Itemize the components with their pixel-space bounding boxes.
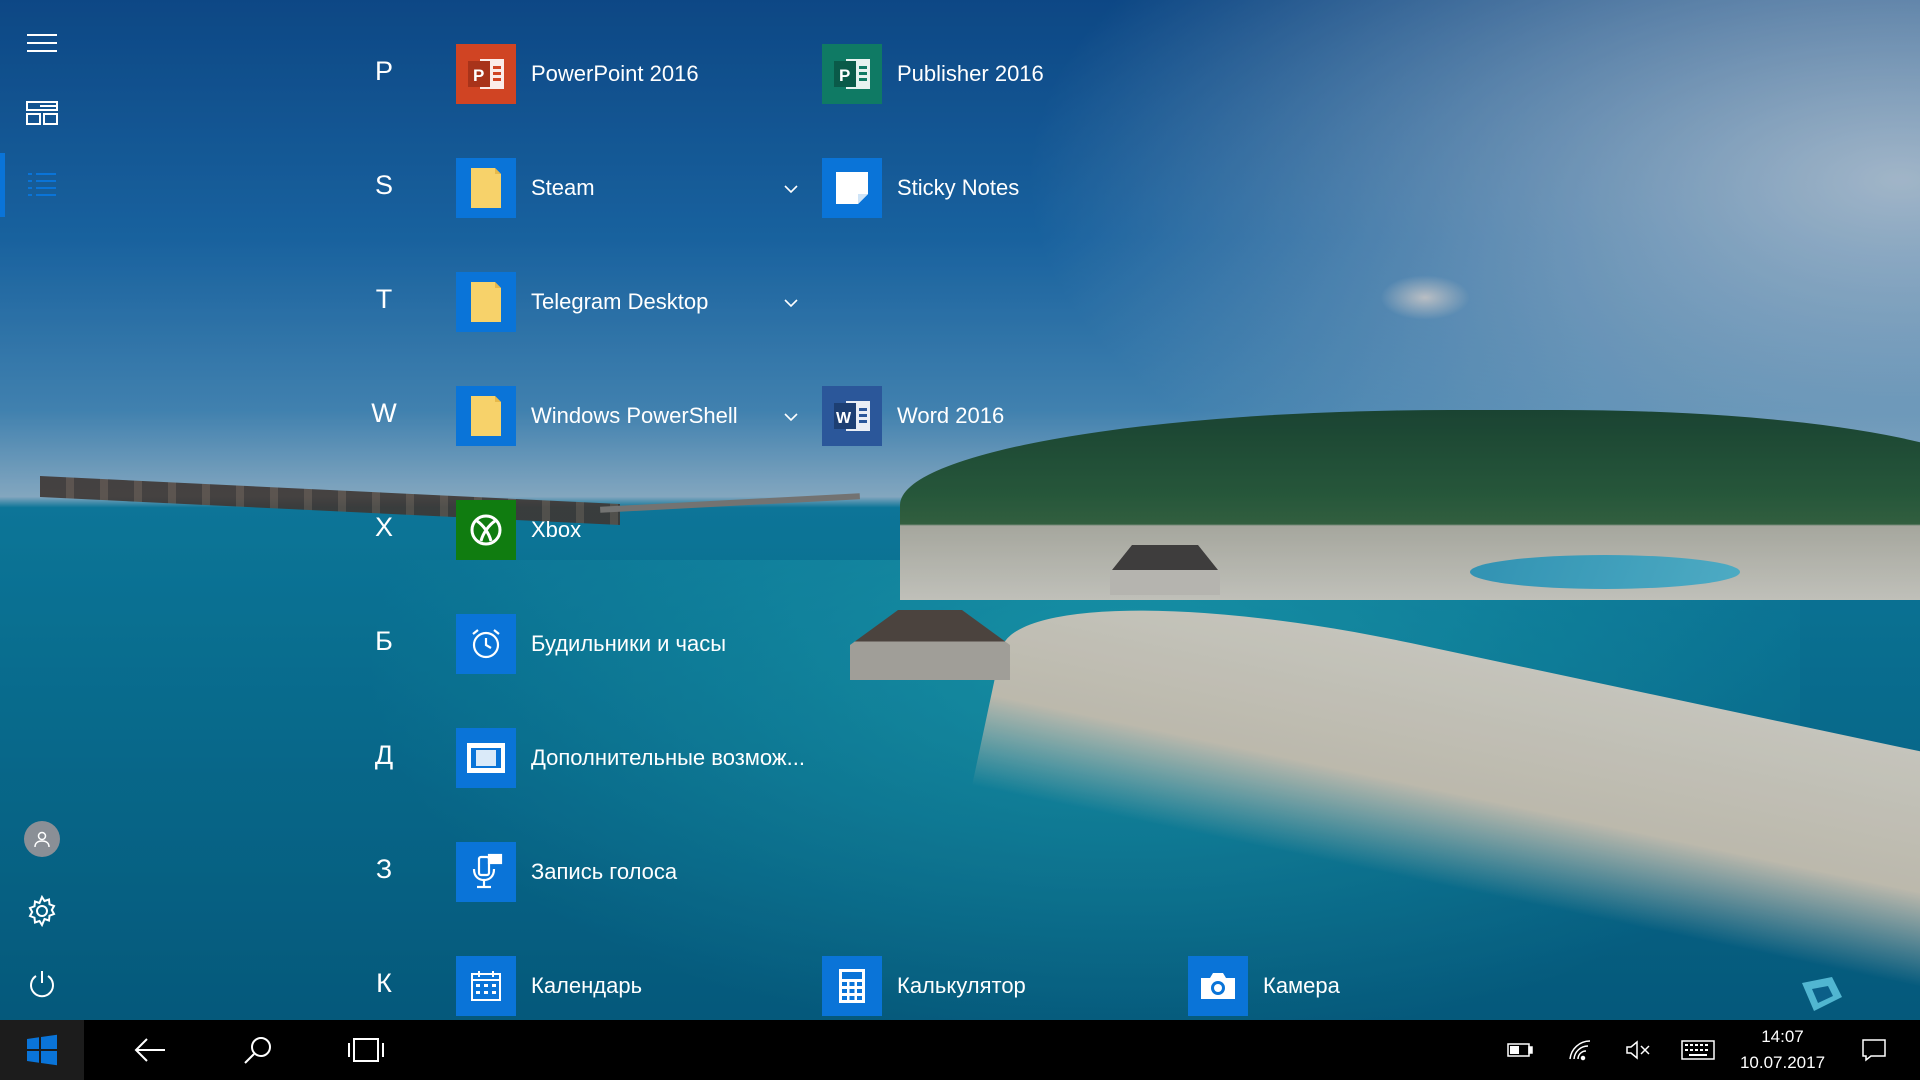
app-label: Publisher 2016: [897, 61, 1044, 86]
battery-button[interactable]: [1500, 1020, 1540, 1080]
app-label: Word 2016: [897, 403, 1005, 428]
section-letter-de[interactable]: Д: [359, 740, 409, 771]
section-letter-w[interactable]: W: [359, 398, 409, 429]
all-apps-button[interactable]: [0, 153, 84, 217]
expand-menu-button[interactable]: [0, 11, 84, 75]
app-folder-telegram[interactable]: Telegram Desktop: [456, 272, 708, 332]
user-account-button[interactable]: [0, 807, 84, 871]
task-view-button[interactable]: [334, 1020, 398, 1080]
app-label: Windows PowerShell: [531, 403, 738, 428]
powerpoint-icon: P: [456, 44, 516, 104]
svg-text:P: P: [839, 66, 850, 85]
system-clock[interactable]: 14:07 10.07.2017: [1720, 1024, 1845, 1076]
power-button[interactable]: [0, 952, 84, 1016]
action-center-icon: [1862, 1039, 1886, 1062]
publisher-icon: P: [822, 44, 882, 104]
volume-button[interactable]: [1618, 1020, 1658, 1080]
power-icon: [30, 971, 54, 998]
start-left-rail: [0, 0, 84, 1020]
sticky-notes-icon: [822, 158, 882, 218]
watermark-logo-icon: [1802, 977, 1842, 1011]
section-letter-p[interactable]: P: [359, 56, 409, 87]
camera-icon: [1188, 956, 1248, 1016]
app-sticky-notes[interactable]: Sticky Notes: [822, 158, 1019, 218]
section-letter-ka[interactable]: К: [359, 968, 409, 999]
chevron-down-icon[interactable]: [782, 294, 800, 312]
search-icon: [244, 1037, 271, 1064]
app-label: Telegram Desktop: [531, 289, 709, 314]
app-xbox[interactable]: Xbox: [456, 500, 581, 560]
hamburger-icon: [27, 28, 57, 58]
folder-icon: [456, 386, 516, 446]
section-letter-t[interactable]: T: [359, 284, 409, 315]
xbox-icon: [456, 500, 516, 560]
start-button[interactable]: [0, 1020, 84, 1080]
alarm-clock-icon: [456, 614, 516, 674]
clock-date: 10.07.2017: [1739, 1053, 1826, 1072]
svg-text:W: W: [836, 410, 852, 427]
windows-start-icon: [27, 1034, 57, 1066]
section-letter-x[interactable]: X: [359, 512, 409, 543]
task-view-icon: [348, 1038, 384, 1062]
touch-keyboard-button[interactable]: [1676, 1020, 1720, 1080]
app-camera[interactable]: Камера: [1188, 956, 1340, 1016]
folder-icon: [456, 272, 516, 332]
tiles-view-icon: [26, 101, 58, 125]
action-center-button[interactable]: [1850, 1020, 1898, 1080]
app-label: Дополнительные возмож...: [531, 745, 805, 770]
app-publisher[interactable]: P Publisher 2016: [822, 44, 1044, 104]
user-avatar-icon: [24, 821, 60, 857]
network-button[interactable]: [1560, 1020, 1600, 1080]
app-label: Камера: [1263, 973, 1340, 998]
taskbar: 14:07 10.07.2017: [0, 1020, 1920, 1080]
app-label: PowerPoint 2016: [531, 61, 699, 86]
calculator-icon: [822, 956, 882, 1016]
app-folder-steam[interactable]: Steam: [456, 158, 595, 218]
app-calendar[interactable]: Календарь: [456, 956, 642, 1016]
app-ease-of-access[interactable]: Дополнительные возмож...: [456, 728, 805, 788]
folder-icon: [456, 158, 516, 218]
touch-keyboard-icon: [1681, 1040, 1715, 1060]
app-powerpoint[interactable]: P PowerPoint 2016: [456, 44, 699, 104]
settings-button[interactable]: [0, 879, 84, 943]
word-icon: W: [822, 386, 882, 446]
chevron-down-icon[interactable]: [782, 180, 800, 198]
ease-of-access-icon: [456, 728, 516, 788]
pinned-tiles-button[interactable]: [0, 81, 84, 145]
search-button[interactable]: [226, 1020, 290, 1080]
app-alarms-clock[interactable]: Будильники и часы: [456, 614, 726, 674]
clock-time: 14:07: [1761, 1027, 1804, 1046]
back-arrow-icon: [134, 1038, 165, 1062]
app-word[interactable]: W Word 2016: [822, 386, 1004, 446]
section-letter-ze[interactable]: З: [359, 854, 409, 885]
app-label: Будильники и часы: [531, 631, 727, 656]
app-label: Запись голоса: [531, 859, 678, 884]
app-folder-powershell[interactable]: Windows PowerShell: [456, 386, 738, 446]
chevron-down-icon[interactable]: [782, 408, 800, 426]
app-label: Xbox: [531, 517, 582, 542]
section-letter-be[interactable]: Б: [359, 626, 409, 657]
app-label: Калькулятор: [897, 973, 1026, 998]
calendar-icon: [456, 956, 516, 1016]
all-apps-list-icon: [28, 173, 56, 196]
microphone-icon: [456, 842, 516, 902]
back-button[interactable]: [118, 1020, 182, 1080]
section-letter-s[interactable]: S: [359, 170, 409, 201]
app-calculator[interactable]: Калькулятор: [822, 956, 1026, 1016]
svg-text:P: P: [473, 66, 484, 85]
battery-icon: [1507, 1043, 1533, 1057]
app-label: Календарь: [531, 973, 643, 998]
app-voice-recorder[interactable]: Запись голоса: [456, 842, 677, 902]
wifi-icon: [1569, 1040, 1591, 1061]
volume-muted-icon: [1626, 1040, 1650, 1060]
gear-icon: [28, 895, 56, 927]
app-label: Sticky Notes: [897, 175, 1020, 200]
app-label: Steam: [531, 175, 595, 200]
